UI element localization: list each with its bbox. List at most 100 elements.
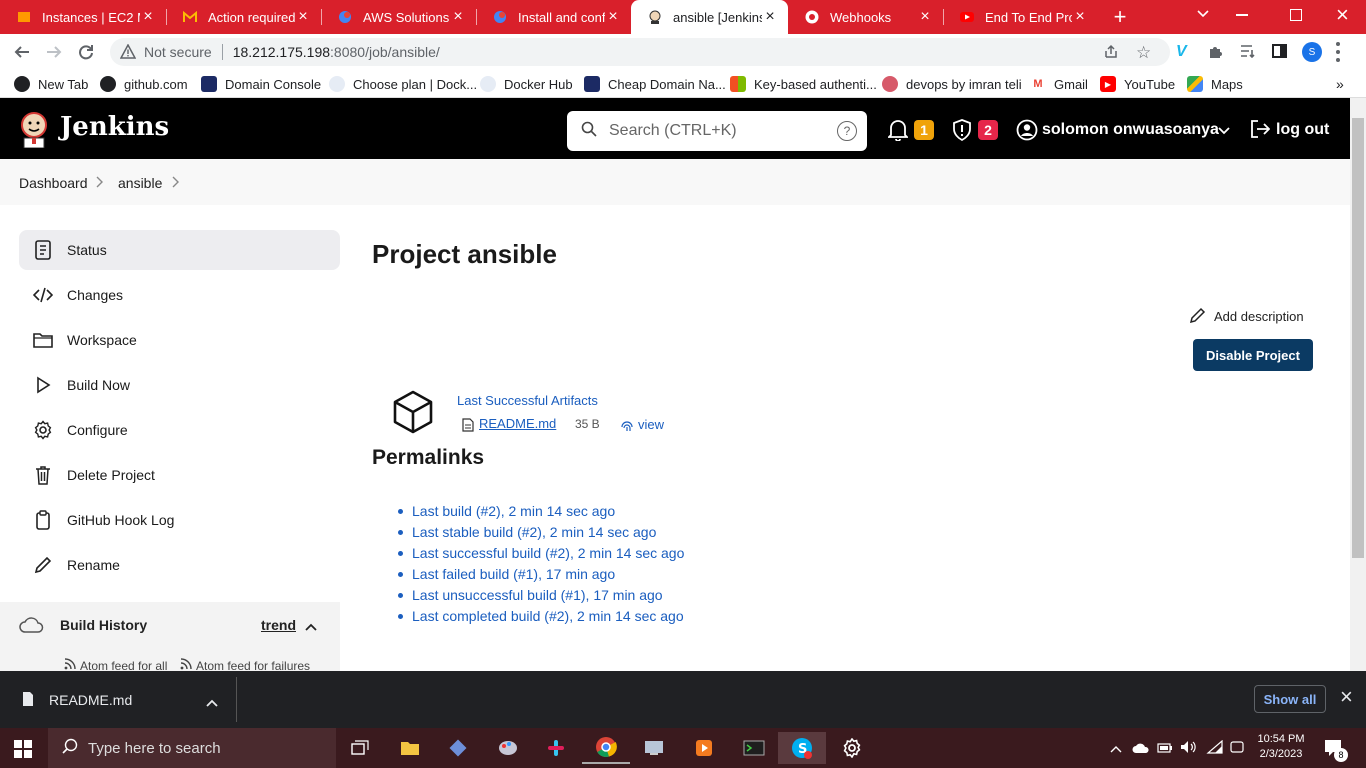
last-successful-artifacts-link[interactable]: Last Successful Artifacts <box>457 393 598 408</box>
warning-triangle-icon[interactable] <box>120 44 136 60</box>
git-app-icon[interactable] <box>434 732 482 764</box>
logout-link[interactable]: log out <box>1276 121 1329 139</box>
reload-icon[interactable] <box>74 40 98 64</box>
scrollbar-thumb[interactable] <box>1352 118 1364 558</box>
volume-icon[interactable] <box>1180 740 1198 759</box>
profile-avatar[interactable]: S <box>1302 42 1322 62</box>
artifact-view-link[interactable]: view <box>638 417 664 432</box>
keyboard-icon[interactable] <box>1229 740 1245 759</box>
bell-icon[interactable] <box>886 119 910 146</box>
task-view-icon[interactable] <box>336 732 384 764</box>
minimize-icon[interactable] <box>1236 14 1248 16</box>
chrome-icon[interactable] <box>582 732 630 764</box>
remote-desktop-icon[interactable] <box>630 732 678 764</box>
breadcrumb-ansible[interactable]: ansible <box>118 175 162 191</box>
forward-arrow-icon[interactable] <box>42 40 66 64</box>
vimeo-extension-icon[interactable]: V <box>1176 43 1187 61</box>
close-icon[interactable]: × <box>140 8 156 26</box>
bookmark-item[interactable]: Cheap Domain Na... <box>584 74 726 94</box>
tab-search-chevron-icon[interactable] <box>1196 6 1214 26</box>
search-input[interactable]: Search (CTRL+K) ? <box>567 111 867 151</box>
bookmark-item[interactable]: M Gmail <box>1030 74 1088 94</box>
permalink-item[interactable]: Last stable build (#2), 2 min 14 sec ago <box>398 524 656 540</box>
jenkins-logo-icon[interactable] <box>18 110 50 149</box>
bookmark-item[interactable]: New Tab <box>14 74 88 94</box>
menu-kebab-icon[interactable] <box>1336 42 1340 62</box>
url-bar[interactable]: Not secure 18.212.175.198:8080/job/ansib… <box>110 38 1170 66</box>
close-icon[interactable]: × <box>605 8 621 26</box>
permalink-item[interactable]: Last build (#2), 2 min 14 sec ago <box>398 503 615 519</box>
sidebar-item-rename[interactable]: Rename <box>19 545 340 585</box>
close-icon[interactable]: × <box>295 8 311 26</box>
chevron-up-icon[interactable] <box>305 619 317 637</box>
close-icon[interactable]: × <box>450 8 466 26</box>
browser-tab[interactable]: Install and config × <box>476 0 631 34</box>
sidebar-item-workspace[interactable]: Workspace <box>19 320 340 360</box>
extensions-puzzle-icon[interactable] <box>1208 43 1224 64</box>
side-panel-icon[interactable] <box>1272 44 1287 58</box>
onedrive-cloud-icon[interactable] <box>1132 741 1150 759</box>
reading-list-icon[interactable] <box>1240 44 1256 63</box>
sidebar-item-github-hook-log[interactable]: GitHub Hook Log <box>19 500 340 540</box>
paint-app-icon[interactable] <box>484 732 532 764</box>
artifact-readme-link[interactable]: README.md <box>479 416 556 431</box>
notification-count-badge[interactable]: 8 <box>1334 748 1348 762</box>
chevron-down-icon[interactable] <box>1218 123 1230 141</box>
disable-project-button[interactable]: Disable Project <box>1193 339 1313 371</box>
window-close-icon[interactable]: × <box>1336 3 1352 27</box>
trend-link[interactable]: trend <box>261 617 296 633</box>
media-player-icon[interactable] <box>680 732 728 764</box>
sidebar-item-delete-project[interactable]: Delete Project <box>19 455 340 495</box>
sidebar-item-configure[interactable]: Configure <box>19 410 340 450</box>
browser-tab[interactable]: Webhooks × <box>788 0 943 34</box>
chevron-right-icon[interactable] <box>96 175 104 191</box>
bookmark-item[interactable]: devops by imran teli <box>882 74 1022 94</box>
close-icon[interactable]: × <box>762 8 778 26</box>
jenkins-brand[interactable]: Jenkins <box>60 112 169 142</box>
sidebar-item-changes[interactable]: Changes <box>19 275 340 315</box>
tray-chevron-up-icon[interactable] <box>1110 741 1122 759</box>
terminal-icon[interactable] <box>730 732 778 764</box>
close-icon[interactable]: × <box>917 8 933 26</box>
browser-tab[interactable]: End To End Proje × <box>943 0 1098 34</box>
permalink-item[interactable]: Last completed build (#2), 2 min 14 sec … <box>398 608 684 624</box>
permalink-item[interactable]: Last unsuccessful build (#1), 17 min ago <box>398 587 663 603</box>
permalink-item[interactable]: Last failed build (#1), 17 min ago <box>398 566 615 582</box>
notifications-badge[interactable]: 1 <box>914 120 934 140</box>
browser-tab[interactable]: AWS Solutions Ar × <box>321 0 476 34</box>
browser-tab-active[interactable]: ansible [Jenkins] × <box>631 0 788 34</box>
sidebar-item-status[interactable]: Status <box>19 230 340 270</box>
taskbar-search-box[interactable]: Type here to search <box>48 728 336 768</box>
wifi-icon[interactable] <box>1205 739 1223 759</box>
logout-icon[interactable] <box>1250 119 1271 144</box>
new-tab-plus-icon[interactable]: + <box>1110 4 1130 30</box>
add-description-link[interactable]: Add description <box>1189 307 1304 326</box>
clock[interactable]: 10:54 PM 2/3/2023 <box>1254 732 1308 762</box>
download-file-name[interactable]: README.md <box>49 692 132 708</box>
windows-start-icon[interactable] <box>14 740 32 758</box>
bookmark-item[interactable]: github.com <box>100 74 188 94</box>
settings-gear-icon[interactable] <box>828 732 876 764</box>
bookmark-item[interactable]: Key-based authenti... <box>730 74 877 94</box>
chevron-up-icon[interactable] <box>206 695 218 713</box>
security-badge[interactable]: 2 <box>978 120 998 140</box>
skype-icon[interactable]: S <box>778 732 826 764</box>
permalink-item[interactable]: Last successful build (#2), 2 min 14 sec… <box>398 545 684 561</box>
user-name-link[interactable]: solomon onwuasoanya <box>1042 121 1219 139</box>
bookmark-item[interactable]: Domain Console <box>201 74 321 94</box>
bookmark-item[interactable]: Docker Hub <box>480 74 573 94</box>
bookmark-item[interactable]: Maps <box>1187 74 1243 94</box>
browser-tab[interactable]: Action required – × <box>166 0 321 34</box>
more-bookmarks-chevron-icon[interactable]: » <box>1336 74 1344 94</box>
user-avatar-icon[interactable] <box>1016 119 1038 146</box>
close-downloads-icon[interactable]: × <box>1340 686 1353 708</box>
show-all-button[interactable]: Show all <box>1254 685 1326 713</box>
close-icon[interactable]: × <box>1072 8 1088 26</box>
bookmark-item[interactable]: ▶ YouTube <box>1100 74 1175 94</box>
battery-icon[interactable] <box>1157 741 1173 759</box>
sidebar-item-build-now[interactable]: Build Now <box>19 365 340 405</box>
chevron-right-icon[interactable] <box>172 175 180 191</box>
bookmark-item[interactable]: Choose plan | Dock... <box>329 74 477 94</box>
bookmark-star-icon[interactable]: ☆ <box>1136 43 1151 63</box>
shield-icon[interactable] <box>952 119 972 146</box>
